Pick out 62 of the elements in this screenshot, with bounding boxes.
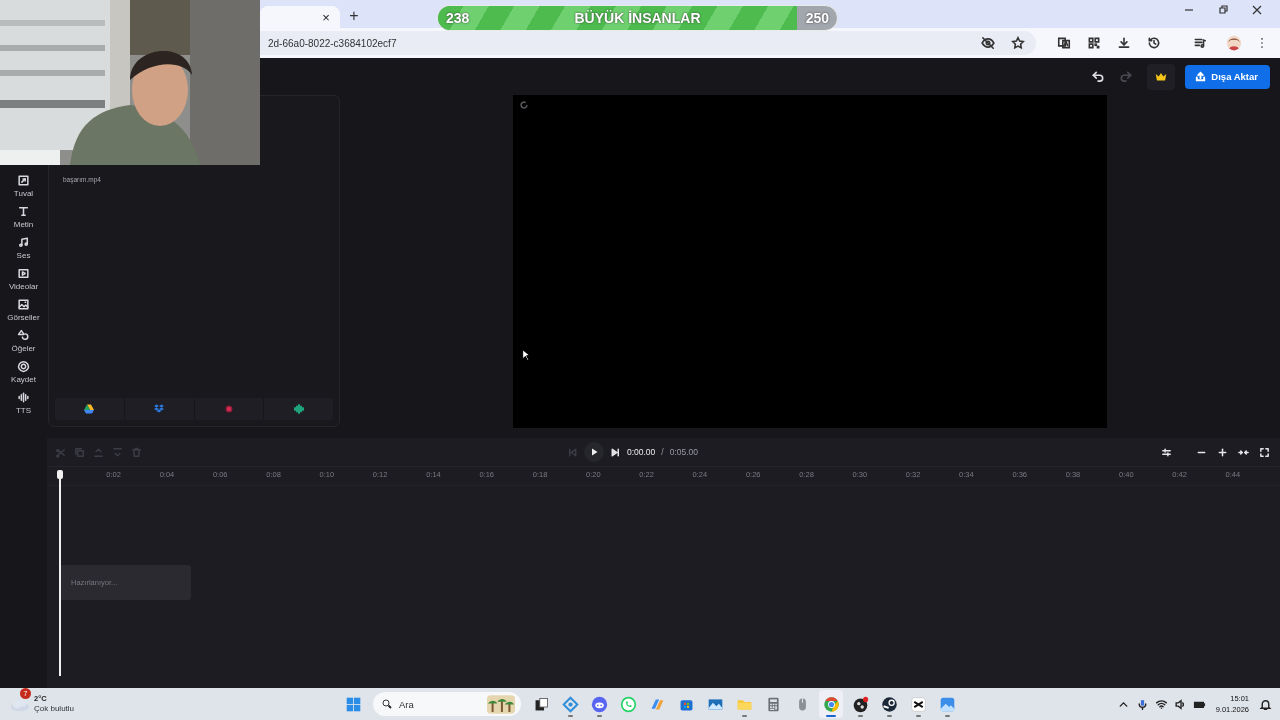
photos-icon [938, 695, 956, 713]
premium-button[interactable] [1147, 63, 1176, 90]
sliders-icon[interactable] [1161, 446, 1172, 458]
chat-app-icon [590, 695, 608, 713]
editor-app-icon [909, 695, 927, 713]
palm-tree-icon [487, 695, 515, 714]
sidebar-item[interactable]: Öğeler [0, 329, 47, 353]
skip-forward-icon[interactable] [609, 446, 621, 458]
sidebar-item[interactable]: TTS [0, 391, 47, 415]
upload-icon [1195, 71, 1207, 82]
music-note-icon[interactable] [17, 236, 30, 249]
running-indicator [886, 715, 892, 717]
sidebar-item[interactable]: Ses [0, 236, 47, 260]
shapes-icon[interactable] [17, 329, 30, 342]
mouse-cursor-icon [522, 349, 530, 361]
progress-title: BÜYÜK İNSANLAR [574, 10, 701, 26]
bell-icon[interactable] [1259, 697, 1272, 711]
time-separator: / [661, 447, 664, 457]
drive-icon [83, 403, 96, 415]
play-button[interactable] [583, 442, 604, 462]
progress-start: 238 [446, 10, 470, 26]
sidebar-item[interactable]: Videolar [0, 267, 47, 291]
running-indicator [567, 715, 573, 717]
weather-description: Çok bulutlu [34, 704, 75, 714]
wifi-icon[interactable] [1154, 697, 1168, 711]
sidebar-item[interactable]: Tuval [0, 174, 47, 198]
export-button[interactable]: Dışa Aktar [1185, 64, 1270, 89]
sidebar-item[interactable]: Görseller [0, 298, 47, 322]
address-bar[interactable]: 2d-66a0-8022-c3684102ecf7 [260, 31, 1036, 55]
new-tab-button[interactable]: + [346, 7, 362, 25]
total-time: 0:05.00 [669, 447, 699, 457]
text-icon[interactable] [17, 205, 30, 218]
profile-avatar[interactable] [1226, 35, 1242, 51]
dropbox-icon [153, 403, 166, 415]
network-icon [561, 695, 579, 713]
audio-wave-icon [292, 403, 305, 415]
recorder-icon [851, 695, 869, 713]
running-indicator [596, 715, 602, 717]
browser-icon [822, 695, 840, 713]
browser-tab[interactable]: × [260, 6, 340, 28]
sidebar-item[interactable]: Kaydet [0, 360, 47, 384]
speaker-icon[interactable] [1173, 697, 1187, 711]
video-icon[interactable] [17, 267, 30, 280]
running-indicator [741, 715, 747, 717]
record-icon[interactable] [17, 360, 30, 373]
image-icon[interactable] [17, 298, 30, 311]
running-indicator [944, 715, 950, 717]
running-indicator [915, 715, 921, 717]
phone-chat-icon [619, 695, 637, 713]
current-time: 0:00.00 [626, 447, 656, 457]
running-indicator [857, 715, 863, 717]
close-tab-button[interactable]: × [318, 9, 334, 25]
progress-end: 250 [805, 10, 829, 26]
resize-icon[interactable] [17, 174, 30, 187]
search-icon [381, 698, 393, 710]
sidebar-item[interactable]: Metin [0, 205, 47, 229]
fullscreen-icon[interactable] [1259, 446, 1270, 458]
windows-logo-icon [344, 695, 362, 713]
sound-wave-icon[interactable] [17, 391, 30, 404]
game-app-icon [880, 695, 898, 713]
running-indicator [826, 715, 836, 717]
zoom-in-icon[interactable] [1217, 446, 1228, 458]
